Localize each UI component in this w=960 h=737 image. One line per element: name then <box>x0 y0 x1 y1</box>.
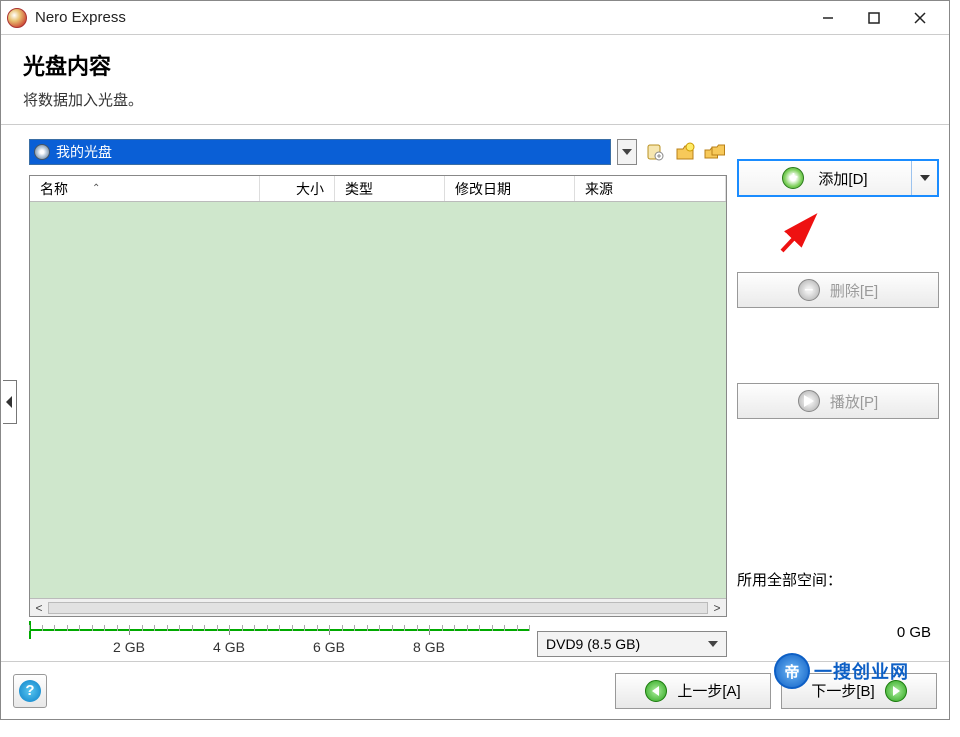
column-type[interactable]: 类型 <box>335 176 445 201</box>
sort-caret-icon: ⌃ <box>92 183 100 194</box>
previous-button[interactable]: 上一步[A] <box>615 673 771 709</box>
add-button-dropdown[interactable] <box>911 161 937 195</box>
gauge-tick-label: 4 GB <box>213 639 245 655</box>
play-button-label: 播放[P] <box>830 391 878 412</box>
plus-icon: + <box>782 167 804 189</box>
capacity-gauge: 2 GB 4 GB 6 GB 8 GB <box>29 625 529 665</box>
gauge-tick-label: 8 GB <box>413 639 445 655</box>
page-title: 光盘内容 <box>23 49 927 81</box>
add-button-group: + 添加[D] <box>737 159 939 197</box>
app-icon <box>7 8 27 28</box>
column-size[interactable]: 大小 <box>260 176 335 201</box>
delete-button-label: 删除[E] <box>830 280 878 301</box>
minimize-button[interactable] <box>805 3 851 33</box>
scroll-right-icon[interactable]: > <box>708 601 726 615</box>
disc-label-field[interactable]: 我的光盘 <box>29 139 611 165</box>
next-button[interactable]: 下一步[B] <box>781 673 937 709</box>
scroll-track[interactable] <box>48 602 708 614</box>
file-list-header[interactable]: 名称 ⌃ 大小 类型 修改日期 来源 <box>30 176 726 202</box>
chevron-down-icon <box>708 641 718 647</box>
help-button[interactable]: ? <box>13 674 47 708</box>
maximize-button[interactable] <box>851 3 897 33</box>
scroll-left-icon[interactable]: < <box>30 601 48 615</box>
properties-icon[interactable] <box>643 140 667 164</box>
gauge-tick-label: 6 GB <box>313 639 345 655</box>
disc-type-value: DVD9 (8.5 GB) <box>546 636 640 652</box>
previous-button-label: 上一步[A] <box>677 680 740 701</box>
folder-copy-icon[interactable] <box>703 140 727 164</box>
arrow-left-icon <box>645 680 667 702</box>
minus-icon: – <box>798 279 820 301</box>
column-date[interactable]: 修改日期 <box>445 176 575 201</box>
delete-button[interactable]: – 删除[E] <box>737 272 939 308</box>
column-name[interactable]: 名称 ⌃ <box>30 176 260 201</box>
gauge-tick-label: 2 GB <box>113 639 145 655</box>
next-button-label: 下一步[B] <box>811 680 874 701</box>
window-title: Nero Express <box>35 9 126 26</box>
file-list-body[interactable] <box>30 202 726 598</box>
total-space-label: 所用全部空间： <box>737 569 939 590</box>
page-subtitle: 将数据加入光盘。 <box>23 89 927 110</box>
disc-type-select[interactable]: DVD9 (8.5 GB) <box>537 631 727 657</box>
titlebar: Nero Express <box>1 1 949 35</box>
left-panel-expander[interactable] <box>1 139 19 665</box>
add-button[interactable]: + 添加[D] <box>739 161 911 195</box>
play-button[interactable]: 播放[P] <box>737 383 939 419</box>
horizontal-scrollbar[interactable]: < > <box>30 598 726 616</box>
new-folder-icon[interactable] <box>673 140 697 164</box>
close-button[interactable] <box>897 3 943 33</box>
column-source[interactable]: 来源 <box>575 176 726 201</box>
total-space-value: 0 GB <box>897 624 931 641</box>
file-list: 名称 ⌃ 大小 类型 修改日期 来源 < > <box>29 175 727 617</box>
play-icon <box>798 390 820 412</box>
arrow-right-icon <box>885 680 907 702</box>
disc-label: 我的光盘 <box>56 142 112 162</box>
add-button-label: 添加[D] <box>818 168 867 189</box>
disc-icon <box>34 144 50 160</box>
help-icon: ? <box>19 680 41 702</box>
chevron-down-icon <box>920 175 930 181</box>
header: 光盘内容 将数据加入光盘。 <box>1 35 949 125</box>
disc-label-dropdown[interactable] <box>617 139 637 165</box>
